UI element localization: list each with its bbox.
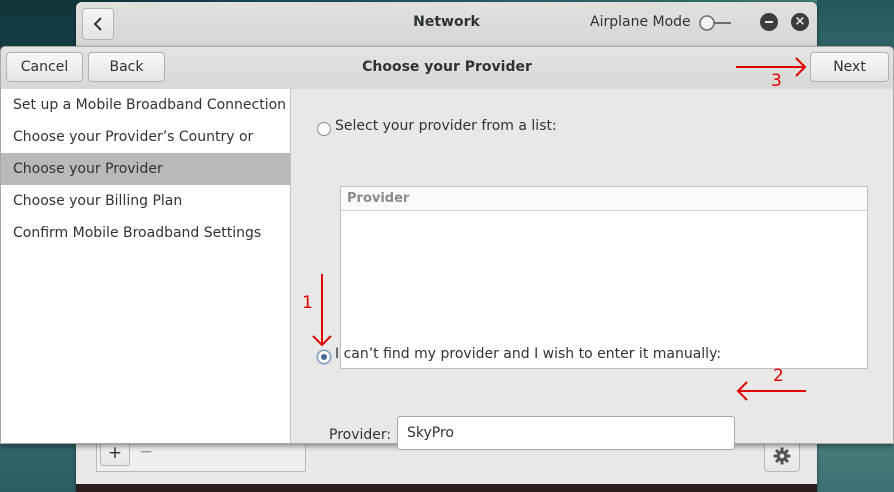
provider-field-label: Provider: (329, 427, 392, 443)
dialog-title: Choose your Provider (362, 59, 532, 75)
provider-list-radio[interactable] (317, 122, 331, 136)
step-item-setup[interactable]: Set up a Mobile Broadband Connection (1, 89, 290, 121)
settings-button[interactable] (764, 440, 800, 472)
network-window-header: Network Airplane Mode × (76, 2, 817, 47)
close-button[interactable]: × (791, 13, 809, 31)
step-item-billing[interactable]: Choose your Billing Plan (1, 185, 290, 217)
airplane-mode-label: Airplane Mode (590, 14, 691, 30)
airplane-mode-switch[interactable] (697, 14, 733, 32)
provider-page: Select your provider from a list: Provid… (291, 89, 893, 450)
step-item-confirm[interactable]: Confirm Mobile Broadband Settings (1, 217, 290, 249)
provider-list-option-label[interactable]: Select your provider from a list: (335, 118, 557, 134)
manual-provider-radio[interactable] (317, 350, 331, 364)
next-button[interactable]: Next (810, 52, 889, 82)
mobile-broadband-dialog: Cancel Back Choose your Provider Next Se… (0, 46, 894, 450)
minimize-button[interactable] (760, 13, 778, 31)
dialog-header: Cancel Back Choose your Provider Next (1, 47, 893, 90)
manual-provider-option-label[interactable]: I can’t find my provider and I wish to e… (335, 346, 721, 362)
provider-input[interactable]: SkyPro (397, 416, 735, 450)
provider-list[interactable]: Provider (340, 186, 868, 369)
step-item-country[interactable]: Choose your Provider’s Country or Region (1, 121, 290, 177)
terminal-strip (76, 484, 817, 492)
steps-sidebar: Set up a Mobile Broadband Connection Cho… (1, 89, 291, 443)
provider-column-header[interactable]: Provider (341, 187, 867, 211)
step-item-provider[interactable]: Choose your Provider (1, 153, 290, 185)
gear-icon (773, 447, 791, 465)
